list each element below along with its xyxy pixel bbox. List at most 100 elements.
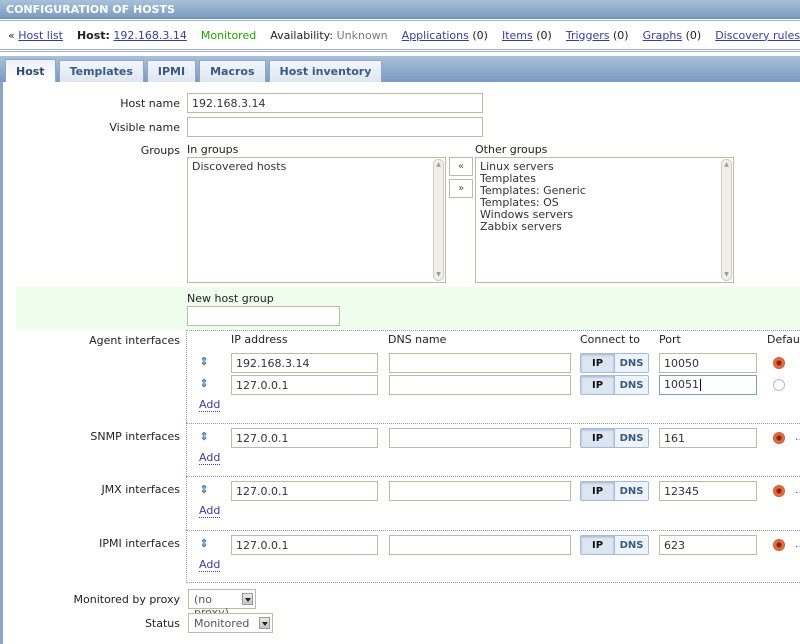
other-groups-listbox[interactable]: Linux servers Templates Templates: Gener… bbox=[475, 157, 734, 283]
host-link[interactable]: 192.168.3.14 bbox=[113, 29, 186, 42]
text-caret bbox=[700, 379, 701, 391]
connect-ip-button[interactable]: IP bbox=[581, 429, 615, 447]
tab-ipmi[interactable]: IPMI bbox=[146, 60, 197, 82]
host-list-link[interactable]: Host list bbox=[18, 29, 63, 42]
agent-dns-input[interactable] bbox=[389, 353, 571, 373]
graphs-link-group: Graphs (0) bbox=[643, 29, 702, 42]
page-header: CONFIGURATION OF HOSTS bbox=[0, 0, 800, 19]
connect-dns-button[interactable]: DNS bbox=[615, 536, 648, 554]
add-snmp-interface-link[interactable]: Add bbox=[199, 452, 221, 465]
other-group-option[interactable]: Zabbix servers bbox=[480, 221, 729, 233]
snmp-dns-input[interactable] bbox=[389, 428, 571, 448]
status-select[interactable]: Monitored bbox=[188, 613, 273, 633]
tab-macros[interactable]: Macros bbox=[199, 60, 266, 82]
connect-dns-button[interactable]: DNS bbox=[615, 482, 648, 500]
discovery-rules-link[interactable]: Discovery rules bbox=[715, 29, 800, 42]
graphs-link[interactable]: Graphs bbox=[643, 29, 682, 42]
in-group-option[interactable]: Discovered hosts bbox=[192, 161, 441, 173]
triggers-link-group: Triggers (0) bbox=[566, 29, 629, 42]
host-name-input[interactable] bbox=[187, 93, 483, 113]
host-status: Monitored bbox=[200, 28, 257, 42]
scroll-up-icon[interactable]: ▲ bbox=[434, 160, 443, 170]
host-info-bar: « Host list Host: 192.168.3.14 Monitored… bbox=[0, 20, 800, 52]
agent-default-radio[interactable] bbox=[773, 379, 785, 391]
scroll-down-icon[interactable]: ▼ bbox=[722, 270, 731, 280]
add-ipmi-interface-link[interactable]: Add bbox=[199, 559, 221, 572]
status-label: Status bbox=[144, 617, 180, 630]
jmx-port-input[interactable] bbox=[659, 481, 757, 501]
move-to-other-groups-button[interactable]: » bbox=[449, 179, 473, 198]
discovery-link-group: Discovery rules (0) bbox=[715, 29, 800, 42]
agent-dns-input[interactable] bbox=[389, 375, 571, 395]
drag-handle-icon[interactable]: ⇕ bbox=[199, 355, 209, 368]
ipmi-dns-input[interactable] bbox=[389, 535, 571, 555]
drag-handle-icon[interactable]: ⇕ bbox=[199, 537, 209, 550]
host-info: Host: 192.168.3.14 bbox=[77, 29, 187, 42]
snmp-port-input[interactable] bbox=[659, 428, 757, 448]
drag-handle-icon[interactable]: ⇕ bbox=[199, 377, 209, 390]
snmp-interfaces-label: SNMP interfaces bbox=[90, 430, 180, 443]
agent-port-input-focused[interactable]: 10051 bbox=[659, 375, 757, 395]
scroll-down-icon[interactable]: ▼ bbox=[434, 270, 443, 280]
items-link[interactable]: Items bbox=[502, 29, 533, 42]
add-jmx-interface-link[interactable]: Add bbox=[199, 505, 221, 518]
tab-strip: Host Templates IPMI Macros Host inventor… bbox=[0, 56, 800, 82]
drag-handle-icon[interactable]: ⇕ bbox=[199, 430, 209, 443]
connect-ip-button[interactable]: IP bbox=[581, 536, 615, 554]
content-border bbox=[0, 82, 3, 644]
snmp-remove-link[interactable]: .. bbox=[795, 430, 800, 443]
other-groups-label: Other groups bbox=[475, 143, 548, 156]
in-groups-label: In groups bbox=[187, 143, 239, 156]
new-host-group-input[interactable] bbox=[187, 306, 340, 326]
ipmi-connect-toggle: IP DNS bbox=[580, 535, 649, 555]
connect-ip-button[interactable]: IP bbox=[581, 354, 615, 372]
dns-name-header: DNS name bbox=[388, 333, 447, 346]
ipmi-default-radio[interactable] bbox=[773, 539, 785, 551]
jmx-connect-toggle: IP DNS bbox=[580, 481, 649, 501]
availability-value: Unknown bbox=[336, 28, 388, 42]
connect-ip-button[interactable]: IP bbox=[581, 482, 615, 500]
snmp-ip-input[interactable] bbox=[231, 428, 378, 448]
in-groups-scrollbar[interactable]: ▲ ▼ bbox=[433, 159, 444, 281]
move-to-in-groups-button[interactable]: « bbox=[449, 157, 473, 176]
connect-dns-button[interactable]: DNS bbox=[615, 354, 648, 372]
ipmi-ip-input[interactable] bbox=[231, 535, 378, 555]
visible-name-input[interactable] bbox=[187, 117, 483, 137]
host-list-breadcrumb: « Host list bbox=[8, 29, 63, 42]
other-groups-scrollbar[interactable]: ▲ ▼ bbox=[721, 159, 732, 281]
ipmi-remove-link[interactable]: .. bbox=[795, 537, 800, 550]
jmx-dns-input[interactable] bbox=[389, 481, 571, 501]
applications-link[interactable]: Applications bbox=[402, 29, 469, 42]
connect-ip-button[interactable]: IP bbox=[581, 376, 615, 394]
drag-handle-icon[interactable]: ⇕ bbox=[199, 483, 209, 496]
new-host-group-row bbox=[16, 287, 800, 330]
triggers-link[interactable]: Triggers bbox=[566, 29, 610, 42]
tab-host[interactable]: Host bbox=[5, 59, 56, 82]
back-arrow-icon: « bbox=[8, 28, 15, 42]
connect-dns-button[interactable]: DNS bbox=[615, 376, 648, 394]
ipmi-port-input[interactable] bbox=[659, 535, 757, 555]
dropdown-arrow-icon[interactable] bbox=[242, 593, 253, 605]
agent-port-input[interactable] bbox=[659, 353, 757, 373]
monitored-by-proxy-label: Monitored by proxy bbox=[73, 593, 180, 606]
applications-link-group: Applications (0) bbox=[402, 29, 488, 42]
snmp-default-radio[interactable] bbox=[773, 432, 785, 444]
in-groups-listbox[interactable]: Discovered hosts ▲ ▼ bbox=[187, 157, 446, 283]
agent-ip-input[interactable] bbox=[231, 353, 378, 373]
tab-templates[interactable]: Templates bbox=[58, 60, 144, 82]
tab-host-inventory[interactable]: Host inventory bbox=[268, 60, 383, 82]
add-agent-interface-link[interactable]: Add bbox=[199, 399, 221, 412]
agent-ip-input[interactable] bbox=[231, 375, 378, 395]
snmp-connect-toggle: IP DNS bbox=[580, 428, 649, 448]
scroll-up-icon[interactable]: ▲ bbox=[722, 160, 731, 170]
connect-to-header: Connect to bbox=[580, 333, 641, 346]
agent-default-radio[interactable] bbox=[773, 357, 785, 369]
agent-connect-toggle: IP DNS bbox=[580, 353, 649, 373]
ip-address-header: IP address bbox=[231, 333, 288, 346]
jmx-ip-input[interactable] bbox=[231, 481, 378, 501]
jmx-default-radio[interactable] bbox=[773, 485, 785, 497]
jmx-remove-link[interactable]: .. bbox=[795, 483, 800, 496]
connect-dns-button[interactable]: DNS bbox=[615, 429, 648, 447]
proxy-select[interactable]: (no proxy) bbox=[188, 589, 256, 619]
dropdown-arrow-icon[interactable] bbox=[259, 617, 270, 629]
